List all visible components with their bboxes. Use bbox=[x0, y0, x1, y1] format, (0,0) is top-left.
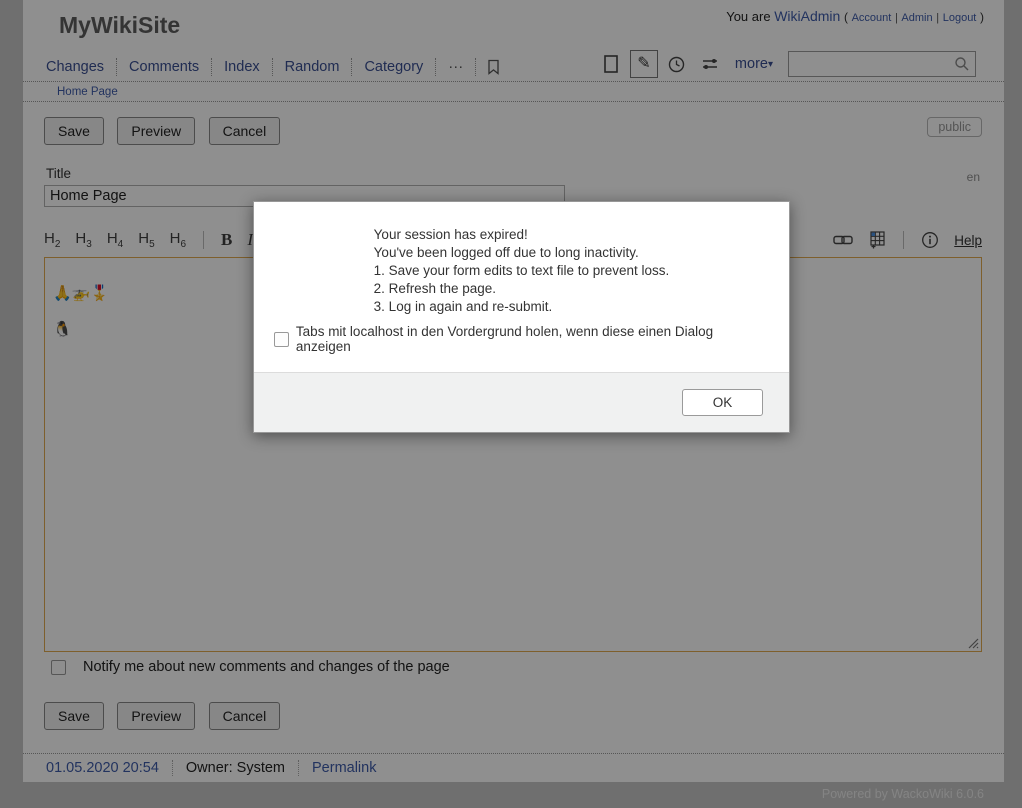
ok-button[interactable]: OK bbox=[682, 389, 763, 416]
session-expired-dialog: Your session has expired! You've been lo… bbox=[253, 201, 790, 433]
dialog-line: 3. Log in again and re-submit. bbox=[374, 298, 670, 316]
dialog-line: You've been logged off due to long inact… bbox=[374, 244, 670, 262]
dialog-footer: OK bbox=[254, 372, 789, 432]
wiki-edit-screen: MyWikiSite You are WikiAdmin ( Account |… bbox=[0, 0, 1022, 808]
dialog-body: Your session has expired! You've been lo… bbox=[254, 202, 789, 372]
dialog-line: 1. Save your form edits to text file to … bbox=[374, 262, 670, 280]
dialog-checkbox-row: Tabs mit localhost in den Vordergrund ho… bbox=[274, 324, 769, 354]
dialog-message: Your session has expired! You've been lo… bbox=[374, 226, 670, 316]
dialog-foreground-checkbox[interactable] bbox=[274, 332, 289, 347]
dialog-line: 2. Refresh the page. bbox=[374, 280, 670, 298]
dialog-checkbox-label: Tabs mit localhost in den Vordergrund ho… bbox=[296, 324, 769, 354]
dialog-line: Your session has expired! bbox=[374, 226, 670, 244]
